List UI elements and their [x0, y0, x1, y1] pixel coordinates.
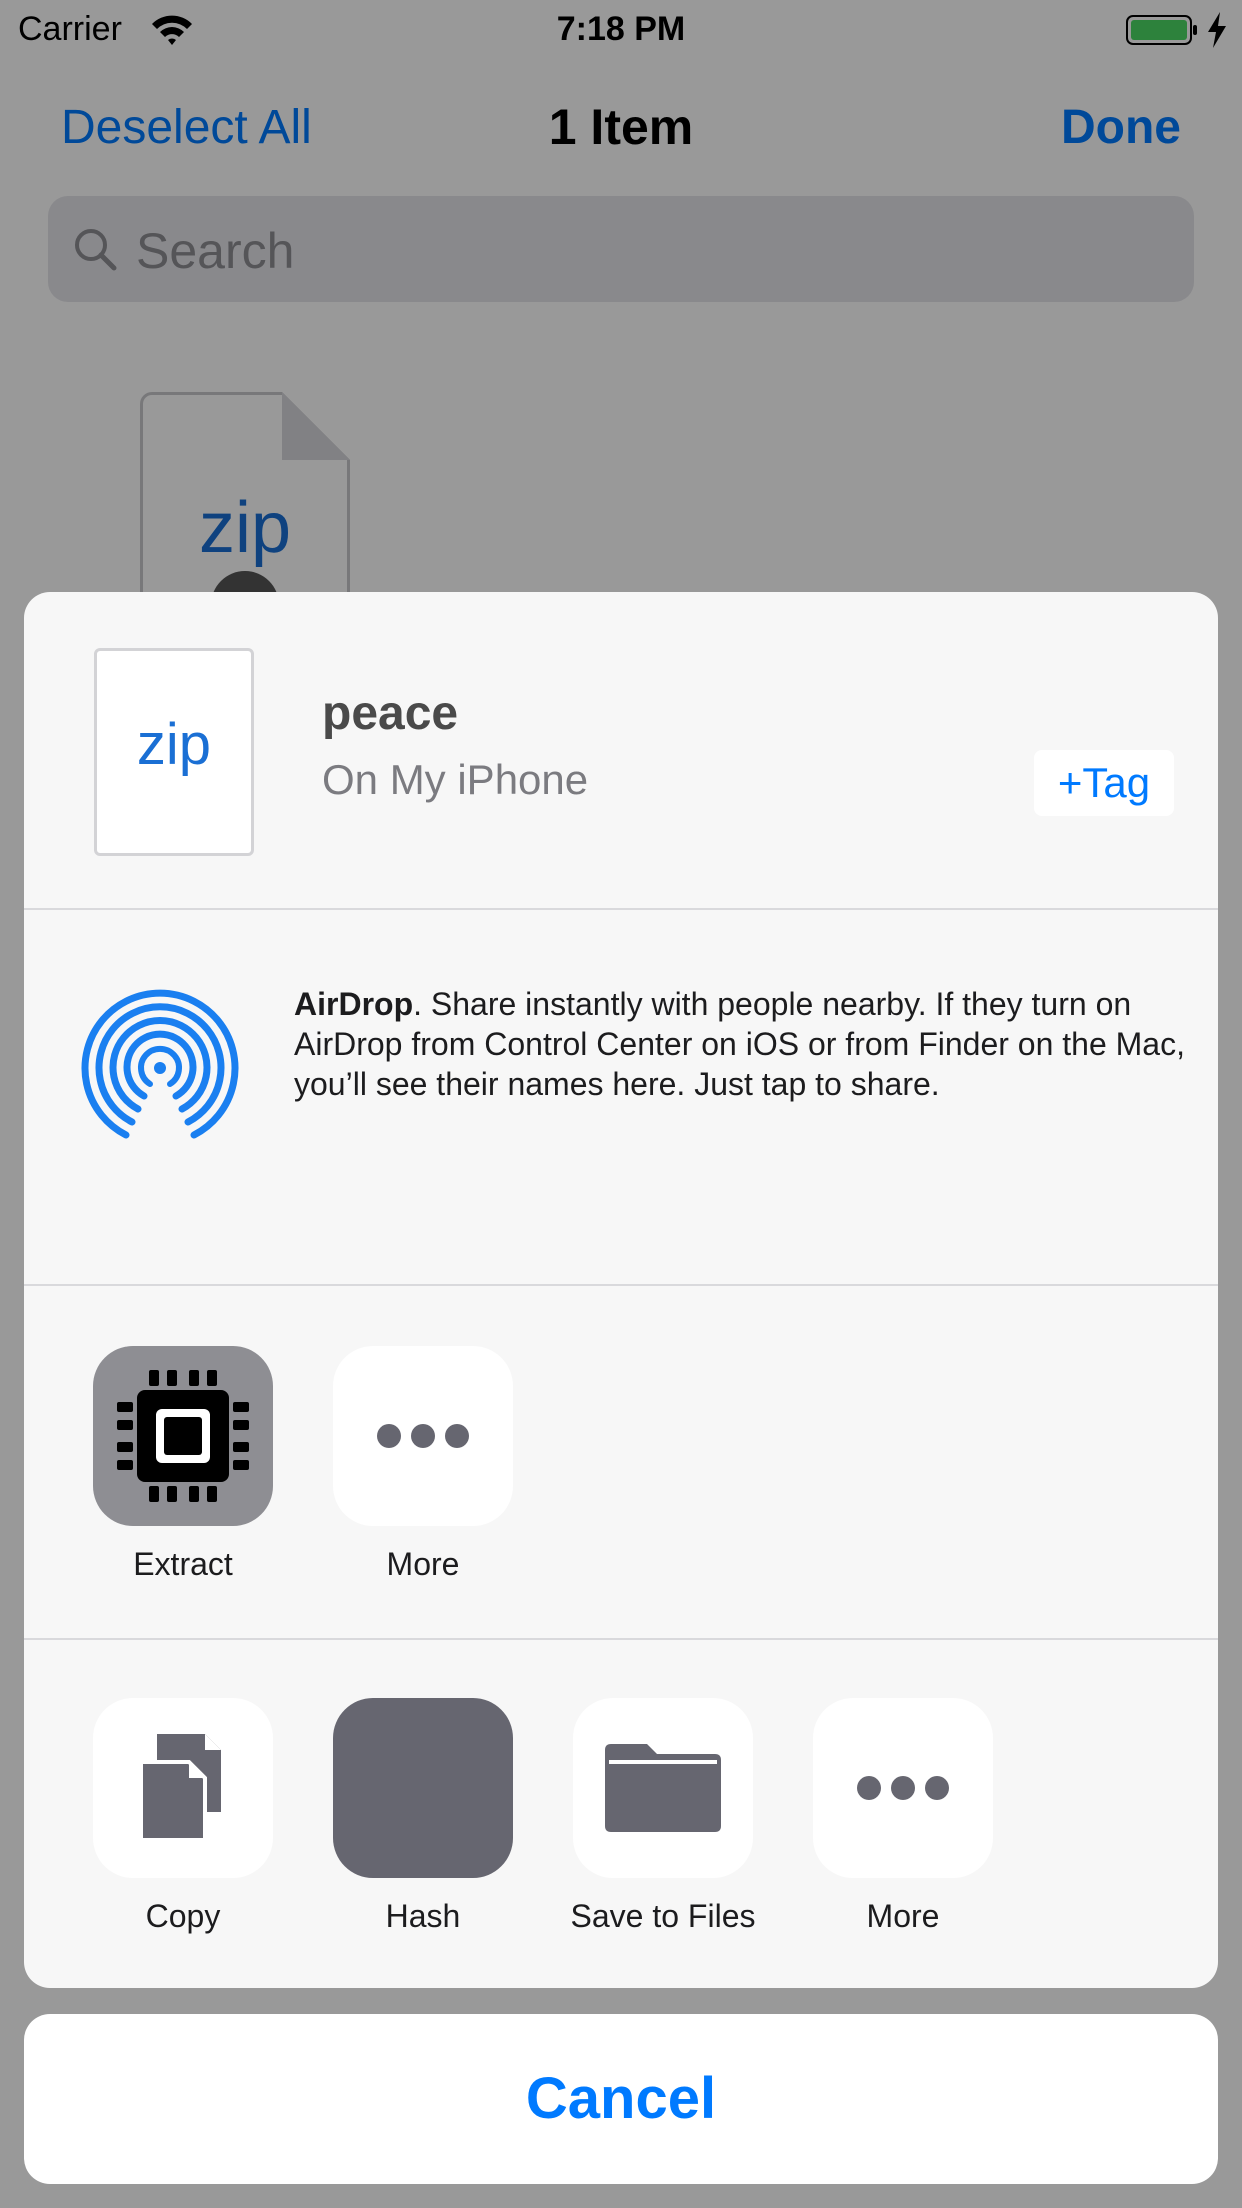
- airdrop-body: . Share instantly with people nearby. If…: [294, 986, 1185, 1102]
- add-tag-button[interactable]: +Tag: [1034, 750, 1174, 816]
- more-dots-icon: [857, 1776, 949, 1800]
- more-dots-icon: [377, 1424, 469, 1448]
- copy-action[interactable]: Copy: [83, 1698, 283, 1935]
- extract-label: Extract: [133, 1546, 233, 1582]
- share-sheet: zip peace On My iPhone +Tag AirDrop. Sha…: [24, 592, 1218, 1988]
- save-to-files-label: Save to Files: [570, 1898, 756, 1934]
- more-actions-label: More: [866, 1898, 940, 1934]
- more-actions-action[interactable]: More: [803, 1698, 1003, 1935]
- save-to-files-tile[interactable]: [573, 1698, 753, 1878]
- file-location: On My iPhone: [322, 756, 589, 803]
- folder-icon: [605, 1744, 721, 1832]
- hash-label: Hash: [385, 1898, 461, 1934]
- extract-action[interactable]: Extract: [83, 1346, 283, 1583]
- cancel-button[interactable]: Cancel: [24, 2014, 1218, 2184]
- chip-icon: [117, 1370, 249, 1502]
- divider: [24, 1284, 1218, 1286]
- file-thumbnail: zip: [94, 648, 254, 856]
- more-apps-label: More: [386, 1546, 460, 1582]
- copy-label: Copy: [145, 1898, 221, 1934]
- divider: [24, 908, 1218, 910]
- more-actions-tile[interactable]: [813, 1698, 993, 1878]
- hash-icon[interactable]: [333, 1698, 513, 1878]
- file-thumbnail-type-label: zip: [136, 712, 212, 777]
- airdrop-title: AirDrop: [294, 986, 414, 1022]
- more-apps-action[interactable]: More: [323, 1346, 523, 1583]
- file-name: peace: [322, 687, 459, 740]
- copy-icon: [139, 1734, 221, 1842]
- more-apps-tile[interactable]: [333, 1346, 513, 1526]
- save-to-files-action[interactable]: Save to Files: [563, 1698, 763, 1935]
- divider: [24, 1638, 1218, 1640]
- hash-action[interactable]: Hash: [323, 1698, 523, 1935]
- extract-tile[interactable]: [93, 1346, 273, 1526]
- airdrop-description: AirDrop. Share instantly with people nea…: [294, 984, 1194, 1104]
- airdrop-icon: [81, 989, 239, 1139]
- copy-tile[interactable]: [93, 1698, 273, 1878]
